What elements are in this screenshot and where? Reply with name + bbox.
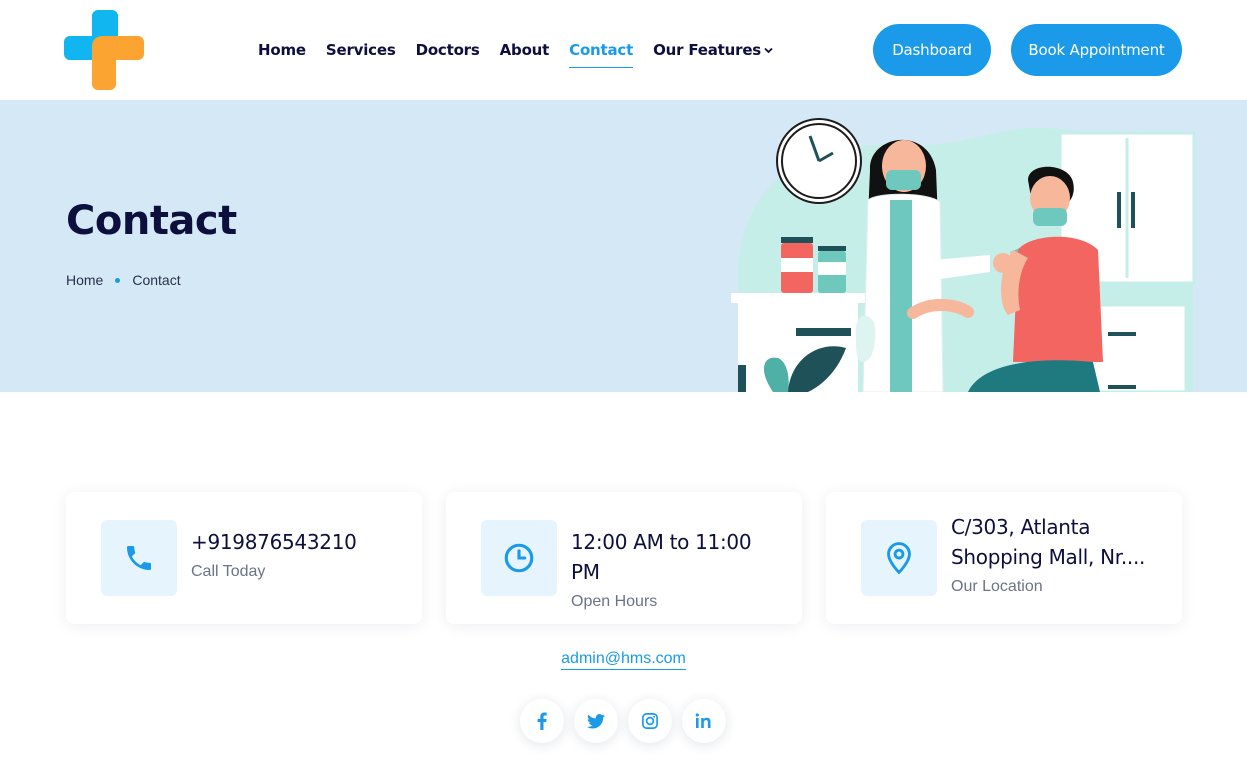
main-nav: Home Services Doctors About Contact Our … [258,38,793,68]
nav-services-label: Services [325,41,396,59]
nav-about[interactable]: About [500,38,550,68]
nav-our-features[interactable]: Our Features [653,38,773,68]
page-title: Contact [66,198,237,244]
clock-icon-box [481,520,557,596]
breadcrumb: Home Contact [66,272,181,288]
nav-services[interactable]: Services [326,38,396,68]
location-icon-box [861,520,937,596]
clock-icon [504,543,534,573]
nav-our-features-label: Our Features [653,41,762,59]
medical-cross-logo[interactable] [64,10,144,90]
page-hero: Contact Home Contact [0,100,1247,392]
nav-doctors-label: Doctors [415,41,480,59]
email-link[interactable]: admin@hms.com [561,650,686,670]
instagram-icon[interactable] [628,699,672,743]
email-row: admin@hms.com [0,650,1247,670]
nav-doctors[interactable]: Doctors [416,38,480,68]
book-appointment-button[interactable]: Book Appointment [1011,24,1182,76]
facebook-icon[interactable] [520,699,564,743]
phone-icon [127,546,151,570]
site-header: Home Services Doctors About Contact Our … [0,0,1247,100]
breadcrumb-separator [115,277,121,283]
phone-number[interactable]: +919876543210 [191,527,402,557]
linkedin-icon[interactable] [682,699,726,743]
nav-contact[interactable]: Contact [569,38,633,68]
contact-card-phone: +919876543210 Call Today [66,492,422,624]
nav-home-label: Home [258,41,306,59]
dashboard-button[interactable]: Dashboard [873,24,991,76]
social-links [520,699,726,743]
breadcrumb-current: Contact [132,272,181,288]
location-label: Our Location [951,578,1043,595]
location-pin-icon [887,542,911,575]
twitter-icon[interactable] [574,699,618,743]
contact-card-location: C/303, Atlanta Shopping Mall, Nr.... Our… [826,492,1182,624]
nav-home[interactable]: Home [258,38,306,68]
chevron-down-icon [764,47,773,54]
contact-card-hours: 12:00 AM to 11:00 PM Open Hours [446,492,802,624]
nav-contact-label: Contact [569,41,634,59]
phone-label: Call Today [191,563,266,580]
location-value: C/303, Atlanta Shopping Mall, Nr.... [951,515,1146,569]
doctor-vaccinating-patient-illustration [731,118,1196,392]
breadcrumb-home[interactable]: Home [66,272,103,288]
open-hours-label: Open Hours [571,593,658,610]
nav-about-label: About [499,41,550,59]
open-hours-value: 12:00 AM to 11:00 PM [571,530,752,584]
phone-icon-box [101,520,177,596]
